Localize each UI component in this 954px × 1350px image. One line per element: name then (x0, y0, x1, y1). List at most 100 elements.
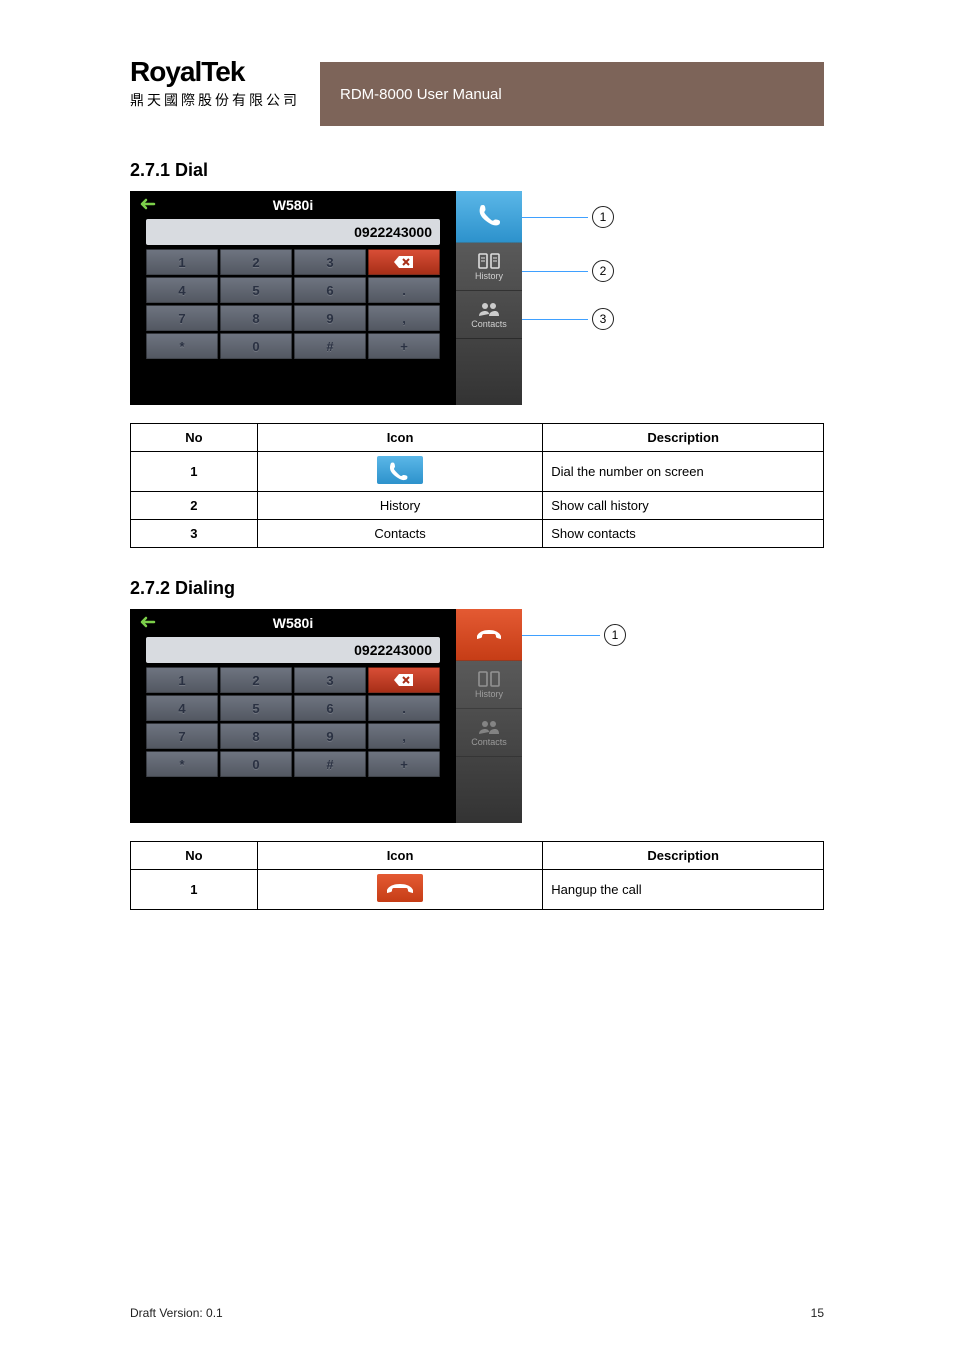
footer-version: Draft Version: 0.1 (130, 1306, 223, 1320)
row-icon: Contacts (257, 520, 542, 548)
device-titlebar: W580i (130, 191, 456, 219)
section-title-dial: 2.7.1 Dial (130, 160, 824, 181)
key-4[interactable]: 4 (146, 695, 218, 721)
th-no: No (131, 424, 258, 452)
key-9[interactable]: 9 (294, 305, 366, 331)
dial-mini-icon (377, 456, 423, 484)
callout-2: 2 (592, 260, 614, 282)
description-table-2: No Icon Description 1 Hangup the call (130, 841, 824, 910)
key-plus[interactable]: + (368, 751, 440, 777)
table-row: 2 History Show call history (131, 492, 824, 520)
callout-line (522, 319, 588, 320)
key-backspace[interactable] (368, 249, 440, 275)
key-3[interactable]: 3 (294, 249, 366, 275)
key-backspace[interactable] (368, 667, 440, 693)
key-hash[interactable]: # (294, 751, 366, 777)
row-desc: Show contacts (543, 520, 824, 548)
key-hash[interactable]: # (294, 333, 366, 359)
backspace-icon (393, 673, 415, 687)
th-icon: Icon (257, 424, 542, 452)
key-1[interactable]: 1 (146, 667, 218, 693)
history-label: History (475, 689, 503, 699)
history-button[interactable]: History (456, 661, 522, 709)
history-label: History (475, 271, 503, 281)
key-8[interactable]: 8 (220, 723, 292, 749)
device-titlebar: W580i (130, 609, 456, 637)
dial-keypad: 1 2 3 4 5 6 . 7 8 9 , * (146, 249, 440, 359)
description-table-1: No Icon Description 1 Dial the number on… (130, 423, 824, 548)
th-icon: Icon (257, 842, 542, 870)
brand-logo: RoyalTek 鼎天國際股份有限公司 (130, 56, 300, 110)
key-dot[interactable]: . (368, 277, 440, 303)
device-frame: W580i 0922243000 1 2 3 4 5 (130, 609, 522, 823)
key-8[interactable]: 8 (220, 305, 292, 331)
callout-line (522, 217, 588, 218)
key-plus[interactable]: + (368, 333, 440, 359)
device-frame: W580i 0922243000 1 2 3 4 5 6 . (130, 191, 522, 405)
key-4[interactable]: 4 (146, 277, 218, 303)
logo-subtitle: 鼎天國際股份有限公司 (130, 90, 300, 110)
row-icon: History (257, 492, 542, 520)
hangup-mini-icon (377, 874, 423, 902)
row-no: 2 (131, 492, 258, 520)
key-6[interactable]: 6 (294, 695, 366, 721)
callout-1: 1 (604, 624, 626, 646)
screenshot-dial: W580i 0922243000 1 2 3 4 5 6 . (130, 191, 824, 405)
key-6[interactable]: 6 (294, 277, 366, 303)
key-5[interactable]: 5 (220, 277, 292, 303)
key-7[interactable]: 7 (146, 723, 218, 749)
back-icon[interactable] (138, 614, 156, 633)
key-comma[interactable]: , (368, 723, 440, 749)
dial-button[interactable] (456, 191, 522, 243)
device-title: W580i (273, 615, 313, 631)
key-dot[interactable]: . (368, 695, 440, 721)
contacts-button[interactable]: Contacts (456, 709, 522, 757)
key-star[interactable]: * (146, 751, 218, 777)
row-desc: Hangup the call (543, 870, 824, 910)
row-no: 1 (131, 870, 258, 910)
callout-1: 1 (592, 206, 614, 228)
screenshot-dialing: W580i 0922243000 1 2 3 4 5 (130, 609, 824, 823)
key-9[interactable]: 9 (294, 723, 366, 749)
contacts-button[interactable]: Contacts (456, 291, 522, 339)
number-display: 0922243000 (146, 637, 440, 663)
back-icon[interactable] (138, 196, 156, 215)
key-comma[interactable]: , (368, 305, 440, 331)
th-desc: Description (543, 424, 824, 452)
row-desc: Dial the number on screen (543, 452, 824, 492)
contacts-label: Contacts (471, 737, 507, 747)
key-star[interactable]: * (146, 333, 218, 359)
key-5[interactable]: 5 (220, 695, 292, 721)
device-title: W580i (273, 197, 313, 213)
key-3[interactable]: 3 (294, 667, 366, 693)
number-display: 0922243000 (146, 219, 440, 245)
table-row: 1 Hangup the call (131, 870, 824, 910)
callout-line (522, 271, 588, 272)
header-bar: RDM-8000 User Manual (320, 62, 824, 126)
history-button[interactable]: History (456, 243, 522, 291)
key-0[interactable]: 0 (220, 751, 292, 777)
phone-icon (475, 202, 503, 230)
key-1[interactable]: 1 (146, 249, 218, 275)
th-no: No (131, 842, 258, 870)
backspace-icon (393, 255, 415, 269)
footer-page-number: 15 (811, 1306, 824, 1320)
contacts-icon (477, 718, 501, 736)
page-header: RoyalTek 鼎天國際股份有限公司 RDM-8000 User Manual (130, 56, 824, 126)
table-row: 1 Dial the number on screen (131, 452, 824, 492)
key-2[interactable]: 2 (220, 249, 292, 275)
hangup-button[interactable] (456, 609, 522, 661)
row-icon (257, 452, 542, 492)
hangup-icon (474, 624, 504, 644)
row-icon (257, 870, 542, 910)
key-7[interactable]: 7 (146, 305, 218, 331)
logo-title: RoyalTek (130, 56, 300, 88)
key-0[interactable]: 0 (220, 333, 292, 359)
contacts-icon (477, 300, 501, 318)
section-title-dialing: 2.7.2 Dialing (130, 578, 824, 599)
key-2[interactable]: 2 (220, 667, 292, 693)
dial-keypad: 1 2 3 4 5 6 . 7 8 9 (146, 667, 440, 777)
callout-3: 3 (592, 308, 614, 330)
row-no: 1 (131, 452, 258, 492)
contacts-label: Contacts (471, 319, 507, 329)
